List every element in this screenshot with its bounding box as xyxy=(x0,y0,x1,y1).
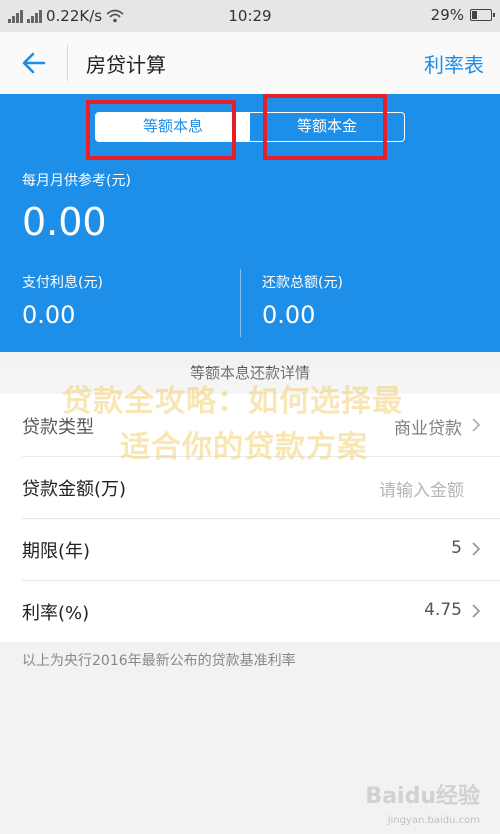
baidu-watermark-url: jingyan.baidu.com xyxy=(387,815,480,826)
interest-rate-label: 利率(%) xyxy=(22,603,90,624)
chevron-right-icon xyxy=(472,604,481,618)
summary-panel: 等额本息 等额本金 每月月供参考(元) 0.00 支付利息(元) 0.00 还款… xyxy=(0,94,500,352)
clock: 10:29 xyxy=(228,7,272,25)
nav-bar: 房贷计算 利率表 xyxy=(0,32,500,94)
battery-icon xyxy=(470,9,495,21)
interest-rate-value: 4.75 xyxy=(424,600,462,620)
interest-value: 0.00 xyxy=(22,301,76,329)
battery-percent: 29% xyxy=(430,6,464,24)
status-bar: 0.22K/s 10:29 29% xyxy=(0,0,500,32)
monthly-payment-value: 0.00 xyxy=(22,200,107,244)
loan-amount-label: 贷款金额(万) xyxy=(22,479,127,500)
highlight-box-1 xyxy=(86,100,236,160)
watermark-band xyxy=(0,368,500,460)
summary-divider xyxy=(240,269,241,337)
chevron-right-icon xyxy=(472,542,481,556)
page-title: 房贷计算 xyxy=(86,53,166,77)
rate-table-link[interactable]: 利率表 xyxy=(424,49,484,78)
loan-term-value: 5 xyxy=(451,538,462,558)
interest-rate-row[interactable]: 利率(%) 4.75 xyxy=(0,580,500,642)
total-repayment-label: 还款总额(元) xyxy=(262,275,343,291)
nav-divider xyxy=(67,45,68,81)
loan-term-row[interactable]: 期限(年) 5 xyxy=(0,518,500,580)
interest-label: 支付利息(元) xyxy=(22,275,103,291)
highlight-box-2 xyxy=(263,94,387,160)
baidu-watermark-logo: Baidu经验 xyxy=(365,784,480,809)
rate-footnote: 以上为央行2016年最新公布的贷款基准利率 xyxy=(22,653,296,669)
back-arrow-icon[interactable] xyxy=(18,47,50,79)
loan-amount-input[interactable]: 请输入金额 xyxy=(379,476,464,501)
status-right: 29% xyxy=(430,6,495,24)
monthly-payment-label: 每月月供参考(元) xyxy=(22,173,131,189)
total-repayment-value: 0.00 xyxy=(262,301,316,329)
loan-amount-row: 贷款金额(万) 请输入金额 xyxy=(0,456,500,518)
loan-term-label: 期限(年) xyxy=(22,541,91,562)
